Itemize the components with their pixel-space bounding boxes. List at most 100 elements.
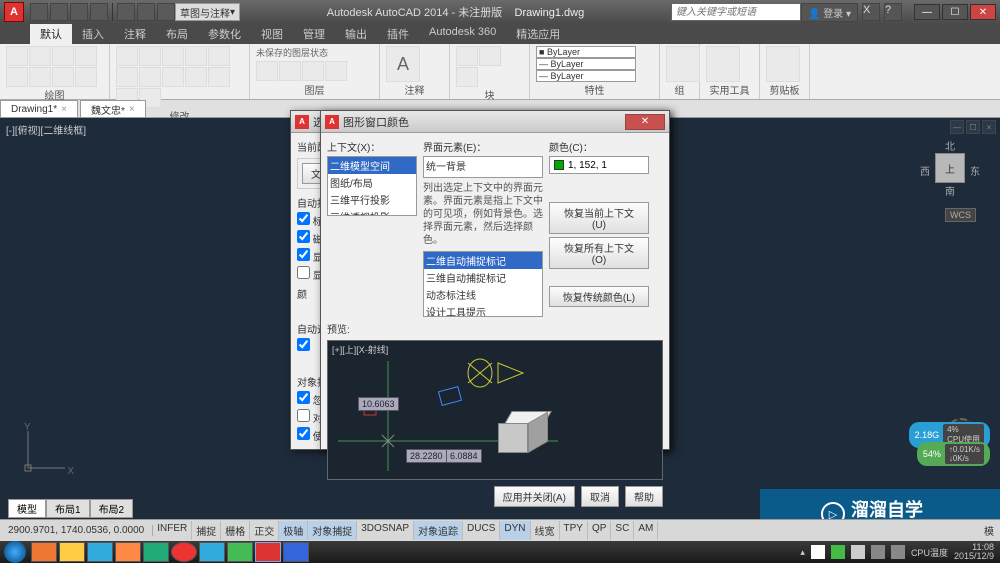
toggle-dyn[interactable]: DYN: [500, 521, 530, 540]
layer-lock-icon[interactable]: [325, 61, 347, 81]
doc-tab-1[interactable]: Drawing1*×: [0, 100, 78, 117]
viewcube[interactable]: 北 南 东 西 上: [920, 138, 980, 198]
qat-open-icon[interactable]: [50, 3, 68, 21]
fillet-icon[interactable]: [162, 67, 184, 87]
toggle-tpy[interactable]: TPY: [560, 521, 588, 540]
text-icon[interactable]: A: [386, 46, 420, 82]
toggle-lwt[interactable]: 线宽: [531, 521, 560, 540]
task-app-1-icon[interactable]: [31, 542, 57, 562]
scale-icon[interactable]: [116, 67, 138, 87]
create-block-icon[interactable]: [479, 46, 501, 66]
toggle-otrack[interactable]: 对象追踪: [414, 521, 463, 540]
task-autocad-icon[interactable]: [255, 542, 281, 562]
mirror-icon[interactable]: [208, 46, 230, 66]
viewcube-east[interactable]: 东: [970, 163, 980, 178]
close-icon[interactable]: ×: [61, 104, 67, 115]
tab-manage[interactable]: 管理: [293, 24, 335, 44]
vp-minimize-icon[interactable]: —: [950, 120, 964, 134]
exchange-icon[interactable]: X: [862, 3, 880, 21]
tray-shield-icon[interactable]: [831, 545, 845, 559]
task-ie-icon[interactable]: [87, 542, 113, 562]
tray-volume-icon[interactable]: [891, 545, 905, 559]
group-icon[interactable]: [666, 46, 700, 82]
measure-icon[interactable]: [706, 46, 740, 82]
element-listbox-2[interactable]: 二维自动捕捉标记 三维自动捕捉标记 动态标注线 设计工具提示 设计工具提示轮廓 …: [423, 251, 543, 317]
rect-icon[interactable]: [6, 67, 28, 87]
close-icon[interactable]: ×: [129, 104, 135, 115]
trim-icon[interactable]: [139, 67, 161, 87]
qat-undo-icon[interactable]: [137, 3, 155, 21]
system-clock[interactable]: 11:08 2015/12/9: [954, 543, 994, 561]
toggle-ortho[interactable]: 正交: [250, 521, 279, 540]
apply-close-button[interactable]: 应用并关闭(A): [494, 486, 575, 507]
qat-save-icon[interactable]: [70, 3, 88, 21]
viewcube-west[interactable]: 西: [920, 163, 930, 178]
help-search-input[interactable]: [671, 3, 801, 21]
workspace-combo[interactable]: 草图与注释 ▾: [175, 3, 240, 21]
element-listbox[interactable]: 统一背景 十字光标: [423, 156, 543, 178]
copy-icon[interactable]: [139, 46, 161, 66]
login-button[interactable]: 👤 登录 ▾: [801, 3, 858, 22]
arc-icon[interactable]: [75, 46, 97, 66]
vp-restore-icon[interactable]: ☐: [966, 120, 980, 134]
maximize-button[interactable]: ☐: [942, 4, 968, 20]
tab-annotate[interactable]: 注释: [114, 24, 156, 44]
tab-view[interactable]: 视图: [251, 24, 293, 44]
context-listbox[interactable]: 二维模型空间 图纸/布局 三维平行投影 三维透视投影 块编辑器 命令行 打印预览: [327, 156, 417, 216]
lineweight-combo[interactable]: — ByLayer: [536, 58, 636, 70]
stretch-icon[interactable]: [162, 46, 184, 66]
toggle-am[interactable]: AM: [634, 521, 658, 540]
ellipse-icon[interactable]: [29, 67, 51, 87]
restore-all-button[interactable]: 恢复所有上下文(O): [549, 237, 649, 269]
qat-saveas-icon[interactable]: [90, 3, 108, 21]
layer-freeze-icon[interactable]: [302, 61, 324, 81]
tab-insert[interactable]: 插入: [72, 24, 114, 44]
help-button[interactable]: 帮助: [625, 486, 663, 507]
task-explorer-icon[interactable]: [59, 542, 85, 562]
viewport-label[interactable]: [-][俯视][二维线框]: [6, 122, 86, 137]
qat-new-icon[interactable]: [30, 3, 48, 21]
line-icon[interactable]: [6, 46, 28, 66]
viewcube-north[interactable]: 北: [945, 138, 955, 153]
task-opera-icon[interactable]: [171, 542, 197, 562]
toggle-infer[interactable]: INFER: [153, 521, 192, 540]
restore-current-button[interactable]: 恢复当前上下文(U): [549, 202, 649, 234]
linetype-combo[interactable]: — ByLayer: [536, 70, 636, 82]
doc-tab-2[interactable]: 魏文忠*×: [80, 100, 146, 117]
qat-plot-icon[interactable]: [117, 3, 135, 21]
layout-tab-2[interactable]: 布局2: [90, 499, 134, 518]
task-app-s-icon[interactable]: [227, 542, 253, 562]
vp-close-icon[interactable]: ×: [982, 120, 996, 134]
task-baidu-icon[interactable]: [283, 542, 309, 562]
erase-icon[interactable]: [208, 67, 230, 87]
layer-prop-icon[interactable]: [256, 61, 278, 81]
toggle-3dosnap[interactable]: 3DOSNAP: [357, 521, 414, 540]
close-button[interactable]: ✕: [970, 4, 996, 20]
toggle-ducs[interactable]: DUCS: [463, 521, 500, 540]
color-dialog-close-button[interactable]: ✕: [625, 114, 665, 130]
color-combo[interactable]: ■ ByLayer: [536, 46, 636, 58]
rotate-icon[interactable]: [185, 46, 207, 66]
tab-parametric[interactable]: 参数化: [198, 24, 251, 44]
toggle-sc[interactable]: SC: [611, 521, 634, 540]
toggle-grid[interactable]: 栅格: [221, 521, 250, 540]
color-dropdown[interactable]: 1, 152, 1: [549, 156, 649, 174]
move-icon[interactable]: [116, 46, 138, 66]
qat-redo-icon[interactable]: [157, 3, 175, 21]
tab-autodesk360[interactable]: Autodesk 360: [419, 24, 506, 44]
tab-default[interactable]: 默认: [30, 24, 72, 44]
toggle-snap[interactable]: 捕捉: [192, 521, 221, 540]
edit-block-icon[interactable]: [456, 67, 478, 87]
insert-block-icon[interactable]: [456, 46, 478, 66]
layer-off-icon[interactable]: [279, 61, 301, 81]
circle-icon[interactable]: [52, 46, 74, 66]
viewcube-south[interactable]: 南: [945, 183, 955, 198]
spline-icon[interactable]: [75, 67, 97, 87]
toggle-qp[interactable]: QP: [588, 521, 611, 540]
tab-output[interactable]: 输出: [335, 24, 377, 44]
perf-memory-widget[interactable]: 54% ↑0.01K/s↓0K/s: [917, 442, 990, 466]
toggle-osnap[interactable]: 对象捕捉: [308, 521, 357, 540]
toggle-polar[interactable]: 极轴: [279, 521, 308, 540]
app-icon[interactable]: A: [4, 2, 24, 22]
tab-addins[interactable]: 插件: [377, 24, 419, 44]
